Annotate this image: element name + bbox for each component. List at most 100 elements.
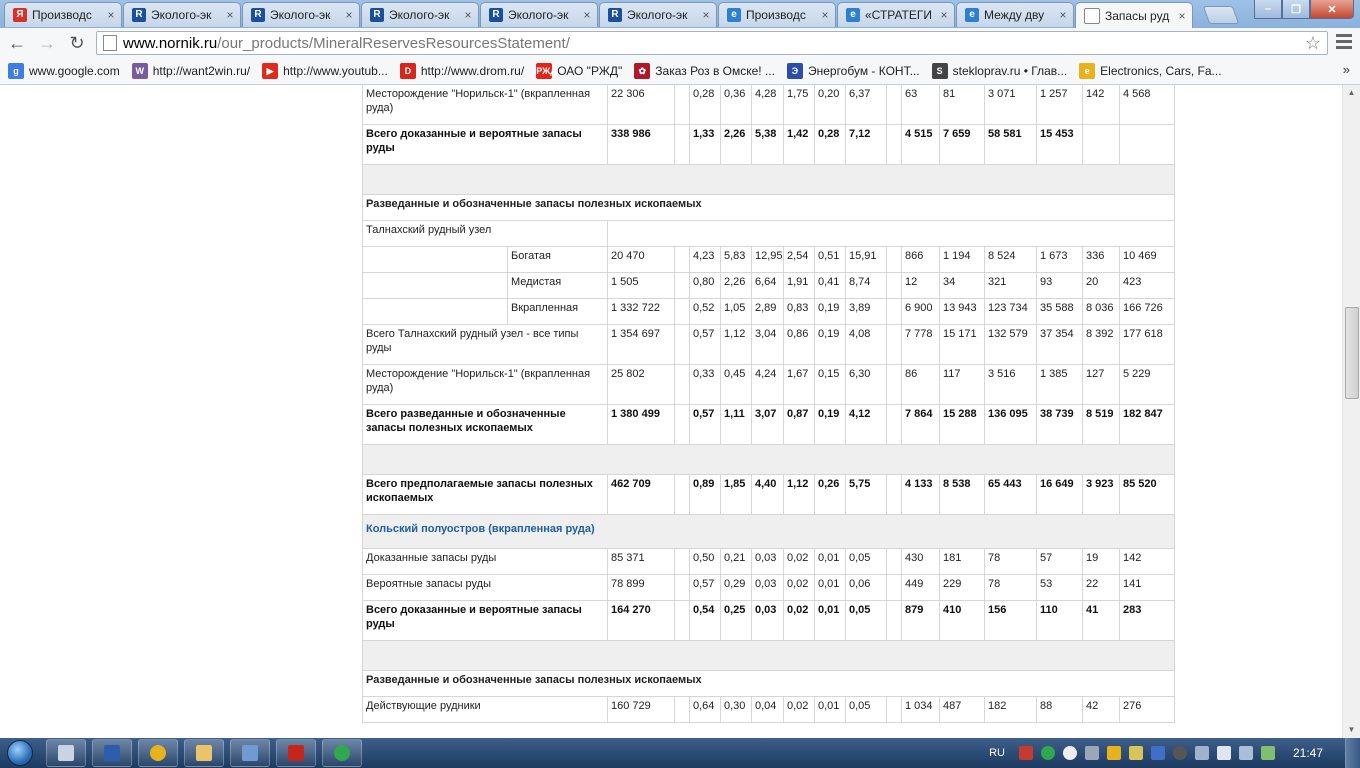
table-cell: Вероятные запасы руды [362,574,608,601]
bookmark-item[interactable]: Ssteklоprav.ru • Глав... [931,63,1067,79]
bookmark-item[interactable]: ✿ Заказ Роз в Омске! ... [634,63,775,79]
bookmark-item[interactable]: e Electronics, Cars, Fa... [1079,63,1222,79]
bookmark-item[interactable]: g www.google.com [8,63,120,79]
show-desktop-button[interactable] [1345,738,1360,768]
tray-app-icon[interactable] [1062,746,1077,760]
table-cell: 1 194 [939,246,985,273]
tray-app-icon[interactable] [1084,746,1099,760]
taskbar-app-button[interactable] [92,739,132,767]
bookmark-star-icon[interactable]: ☆ [1305,33,1321,54]
bookmark-item[interactable]: Э Энергобум - КОНТ... [786,63,920,79]
table-row: Всего предполагаемые запасы полезных иск… [362,474,1175,515]
browser-tab[interactable]: e Производс × [718,2,836,27]
table-cell: 1,91 [783,272,815,299]
table-cell: 1 385 [1036,364,1083,405]
close-tab-icon[interactable]: × [105,8,117,22]
language-indicator[interactable]: RU [989,747,1005,759]
maximize-button[interactable]: ❐ [1282,0,1310,19]
scroll-thumb[interactable] [1345,307,1359,399]
close-tab-icon[interactable]: × [700,8,712,22]
yandex-icon: Я [13,8,27,22]
table-cell [674,124,690,165]
taskbar-app-button[interactable] [138,739,178,767]
back-button[interactable]: ← [4,31,30,55]
taskbar-app-button[interactable] [46,739,86,767]
table-cell: Всего доказанные и вероятные запасы руды [362,600,608,641]
table-cell: 3,07 [751,404,784,445]
sync-icon[interactable] [1260,746,1275,760]
close-window-button[interactable]: ✕ [1310,0,1354,19]
chrome-menu-icon[interactable] [1336,34,1352,52]
close-tab-icon[interactable]: × [462,8,474,22]
close-tab-icon[interactable]: × [343,8,355,22]
taskbar-app-button[interactable] [230,739,270,767]
table-cell: 462 709 [607,474,675,515]
bookmarks-overflow-icon[interactable]: » [1343,62,1350,77]
tray-app-icon[interactable] [1150,746,1165,760]
volume-icon[interactable] [1216,746,1231,760]
tray-app-icon[interactable] [1172,746,1187,760]
browser-tab[interactable]: R Эколого-эк × [480,2,598,27]
table-cell: 5,83 [720,246,752,273]
table-cell: 57 [1036,548,1083,575]
table-cell [362,298,508,325]
tab-title: Между дву [984,8,1045,22]
browser-tab[interactable]: e Между дву × [956,2,1074,27]
scroll-up-icon[interactable]: ▲ [1343,85,1360,101]
close-tab-icon[interactable]: × [819,8,831,22]
tray-app-icon[interactable] [1106,746,1121,760]
close-tab-icon[interactable]: × [1176,9,1188,23]
forward-button[interactable]: → [34,31,60,55]
calculator-icon [58,745,74,761]
table-cell: 4 568 [1119,85,1175,125]
monitor-icon[interactable] [1238,746,1253,760]
table-cell: 123 734 [984,298,1037,325]
browser-tab[interactable]: Я Производс × [4,2,122,27]
table-cell: 6 900 [901,298,940,325]
close-tab-icon[interactable]: × [581,8,593,22]
table-cell [674,298,690,325]
reload-button[interactable]: ↻ [64,31,90,55]
close-tab-icon[interactable]: × [1057,8,1069,22]
table-cell: 1,11 [720,404,752,445]
bookmark-label: http://www.youtub... [283,64,388,78]
browser-tab[interactable]: e «СТРАТЕГИ × [837,2,955,27]
tray-app-icon[interactable] [1128,746,1143,760]
table-cell: 0,05 [845,696,887,723]
clock[interactable]: 21:47 [1293,746,1323,760]
browser-tab[interactable]: R Эколого-эк × [123,2,241,27]
browser-tab[interactable]: Запасы руд × [1075,2,1193,28]
new-tab-button[interactable] [1202,6,1240,24]
table-cell: 0,45 [720,364,752,405]
table-cell [674,600,690,641]
close-tab-icon[interactable]: × [938,8,950,22]
tray-app-icon[interactable] [1040,746,1055,760]
start-button[interactable] [0,738,40,768]
browser-tab[interactable]: R Эколого-эк × [361,2,479,27]
browser-tab[interactable]: R Эколого-эк × [242,2,360,27]
url-host: www.nornik.ru [123,34,218,52]
table-cell: 25 802 [607,364,675,405]
table-cell: Разведанные и обозначенные запасы полезн… [362,670,1175,697]
scroll-down-icon[interactable]: ▼ [1343,722,1360,738]
page-scrollbar[interactable]: ▲ ▼ [1342,85,1360,738]
address-bar[interactable]: www.nornik.ru/our_products/MineralReserv… [96,31,1328,55]
bookmark-item[interactable]: Whttp://want2win.ru/ [131,63,250,79]
bookmark-item[interactable]: Dhttp://www.drom.ru/ [399,63,524,79]
table-cell [362,640,1175,671]
table-cell: 2,89 [751,298,784,325]
browser-tab[interactable]: R Эколого-эк × [599,2,717,27]
taskbar-app-button[interactable] [322,739,362,767]
network-icon[interactable] [1194,746,1209,760]
table-cell: 430 [901,548,940,575]
bookmark-item[interactable]: РЖД ОАО "РЖД" [536,63,622,79]
close-tab-icon[interactable]: × [224,8,236,22]
table-row: Вкрапленная 1 332 722 0,52 1,05 2,89 0,83 0,19… [362,298,1175,325]
table-cell [362,272,508,299]
table-cell: 7 864 [901,404,940,445]
taskbar-app-button[interactable] [184,739,224,767]
bookmark-item[interactable]: ▶ http://www.youtub... [262,63,388,79]
taskbar-app-button[interactable] [276,739,316,767]
tray-app-icon[interactable] [1018,746,1033,760]
minimize-button[interactable]: – [1254,0,1282,19]
